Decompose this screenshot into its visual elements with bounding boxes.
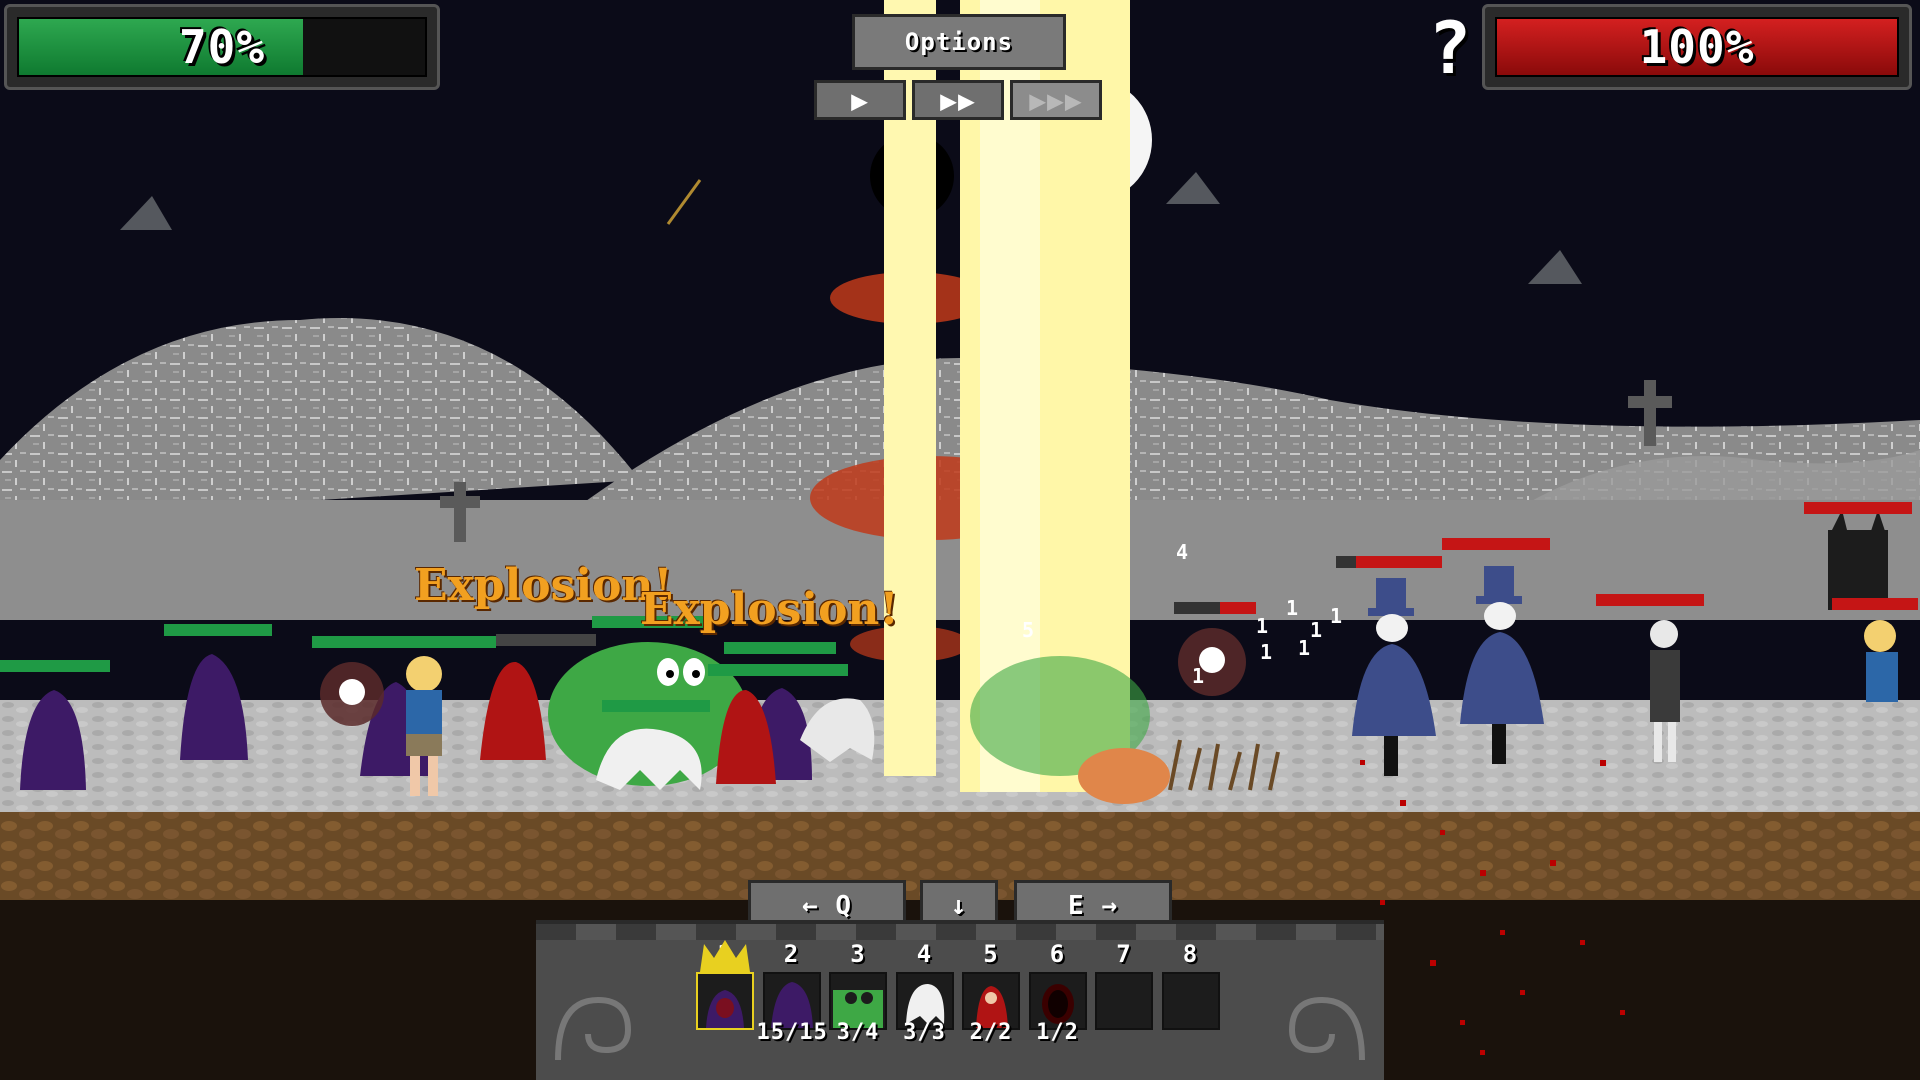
enemy-health-bar: 100%	[1482, 4, 1912, 90]
unit-panel	[536, 920, 1384, 1080]
player-health-track: 70%	[17, 17, 427, 77]
explosion-text: Explosion!	[414, 560, 673, 611]
unit-slot-7[interactable]	[1095, 972, 1153, 1030]
speed-fast-button[interactable]: ▶▶	[912, 80, 1004, 120]
enemy-health-track: 100%	[1495, 17, 1899, 77]
damage-number: 1	[1286, 596, 1299, 620]
tophat-hat	[1376, 578, 1406, 612]
unit-slot-count: 2/2	[969, 1020, 1013, 1045]
heroine	[406, 690, 442, 734]
options-button[interactable]: Options	[852, 14, 1066, 70]
damage-number: 1	[1192, 664, 1205, 688]
explosion-text: Explosion!	[640, 584, 899, 635]
unit-slot-count: 3/3	[903, 1020, 946, 1045]
unit-slot-number: 7	[1116, 940, 1132, 968]
unit-slot-number: 8	[1182, 940, 1199, 968]
damage-number: 4	[1176, 540, 1189, 564]
swirl-ornament-icon	[555, 996, 632, 1061]
speed-fastest-button[interactable]: ▶▶▶	[1010, 80, 1102, 120]
grave-cross	[440, 496, 480, 508]
grave-cross	[1644, 380, 1656, 446]
crown-icon	[700, 938, 750, 972]
unit-slot-count: 1/2	[1036, 1020, 1079, 1045]
unit-slot-number: 5	[983, 940, 999, 968]
damage-number: 1	[1310, 618, 1323, 642]
grave-cross	[1628, 396, 1672, 408]
unit-slot-number: 2	[783, 940, 800, 968]
crowned-hooded-figure-icon	[698, 974, 752, 1028]
player-health-bar: 70%	[4, 4, 440, 90]
player-health-percent: 70%	[178, 20, 266, 74]
unit-slot-1[interactable]	[696, 972, 754, 1030]
unit-slot-count: 15/15	[756, 1020, 828, 1045]
speed-normal-button[interactable]: ▶	[814, 80, 906, 120]
unit-slot-8[interactable]	[1161, 972, 1220, 1030]
damage-number: 1	[1330, 604, 1343, 628]
unit-slot-number: 6	[1049, 940, 1066, 968]
unit-slot-count: 3/4	[836, 1020, 880, 1045]
unit-slot-number: 3	[850, 940, 866, 968]
enemy-health-percent: 100%	[1639, 20, 1755, 74]
damage-number: 1	[1298, 636, 1311, 660]
explosion-burst	[1078, 748, 1170, 804]
damage-number: 1	[1256, 614, 1269, 638]
help-question-icon[interactable]: ?	[1428, 6, 1472, 90]
swirl-ornament-icon	[1288, 996, 1365, 1061]
damage-number: 5	[1022, 618, 1035, 642]
damage-number: 1	[1260, 640, 1273, 664]
game-stage: 70% ? 100% Options ▶ ▶▶ ▶▶▶ Explosion! E…	[0, 0, 1920, 1080]
skeleton-archer	[1650, 650, 1680, 722]
unit-slot-number: 4	[916, 940, 933, 968]
tophat-hat	[1484, 566, 1514, 600]
grave-cross	[454, 482, 466, 542]
